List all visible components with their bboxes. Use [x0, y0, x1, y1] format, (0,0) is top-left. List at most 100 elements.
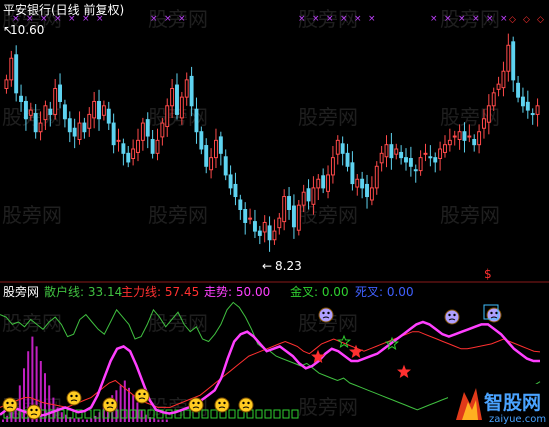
- warning-face-icon: [102, 397, 118, 413]
- candle-up: [326, 174, 330, 192]
- chart-title: 平安银行(日线 前复权): [3, 2, 124, 17]
- candle-down: [33, 113, 38, 133]
- candle-down: [150, 138, 155, 154]
- cross-marker-icon: ×: [444, 14, 452, 24]
- candle-down: [516, 82, 521, 98]
- histogram-bar: [86, 419, 88, 422]
- warning-face-icon-eye: [242, 401, 245, 405]
- candle-up: [131, 148, 136, 160]
- histogram-bar: [90, 418, 93, 422]
- candle-down: [189, 75, 194, 107]
- candle-up: [301, 191, 306, 206]
- top-face-icon-eye: [453, 313, 456, 317]
- warning-face-icon: [214, 397, 230, 413]
- watermark: 股旁网: [148, 203, 208, 227]
- candle-up: [272, 230, 277, 241]
- legend-golden-cross: 金叉: 0.00: [290, 284, 349, 299]
- warning-face-icon-eye: [6, 401, 9, 405]
- cross-marker-icon: ×: [500, 14, 508, 24]
- candle-down: [145, 119, 150, 137]
- watermark: 股旁网: [298, 203, 358, 227]
- legend-main-force-line: 主力线: 57.45: [121, 285, 199, 299]
- candle-up: [423, 152, 428, 155]
- candle-up: [418, 157, 423, 172]
- candle-up: [394, 148, 399, 155]
- candle-up: [355, 178, 360, 188]
- cross-marker-icon: ×: [312, 14, 320, 24]
- candle-up: [165, 105, 170, 128]
- candle-down: [413, 169, 418, 172]
- watermark: 股旁网: [2, 203, 62, 227]
- candle-up: [43, 105, 48, 121]
- histogram-bar: [2, 419, 4, 422]
- candle-down: [530, 113, 535, 116]
- watermark: 股旁网: [298, 395, 358, 419]
- candle-down: [228, 174, 233, 189]
- watermark: 股旁网: [298, 105, 358, 129]
- warning-face-icon-eye: [138, 392, 141, 396]
- warning-face-icon-eye: [218, 401, 221, 405]
- histogram-bar: [153, 418, 156, 422]
- brand-name: 智股网: [484, 391, 541, 414]
- warning-face-icon: [66, 390, 82, 406]
- top-face-icon: [318, 307, 334, 323]
- histogram-bar: [136, 402, 139, 422]
- candle-up: [277, 217, 282, 229]
- candle-down: [252, 221, 257, 232]
- candle-down: [462, 131, 467, 141]
- candle-up: [209, 157, 214, 171]
- stock-chart-canvas: 股旁网 股旁网 股旁网 股旁网 股旁网 股旁网 股旁网 股旁网 股旁网 股旁网 …: [0, 0, 549, 427]
- candle-down: [14, 54, 19, 94]
- warning-face-icon-eye: [75, 394, 78, 398]
- diamond-marker-icon: ◇: [509, 15, 516, 25]
- cross-marker-icon: ×: [472, 14, 480, 24]
- candle-up: [491, 92, 496, 107]
- candle-down: [199, 131, 204, 150]
- candle-down: [389, 144, 394, 159]
- histogram-bar: [140, 409, 143, 422]
- watermark: 股旁网: [2, 105, 62, 129]
- candle-up: [447, 139, 452, 146]
- candle-down: [97, 100, 101, 120]
- candle-up: [384, 144, 389, 158]
- warning-face-icon: [238, 397, 254, 413]
- histogram-bar: [157, 419, 160, 422]
- warning-face-icon-eye: [247, 401, 250, 405]
- warning-face-icon-eye: [30, 408, 33, 412]
- candle-up: [335, 139, 340, 155]
- warning-face-icon: [188, 397, 204, 413]
- diamond-marker-icon: ◇: [523, 15, 530, 25]
- candle-up: [486, 105, 491, 123]
- histogram-bar: [94, 415, 97, 422]
- max-price-arrow-icon: ↖: [3, 23, 13, 37]
- max-price-label: 10.60: [10, 23, 44, 37]
- cross-marker-icon: ×: [164, 14, 172, 24]
- candle-up: [535, 105, 540, 115]
- candle-down: [62, 104, 67, 120]
- candle-down: [267, 225, 272, 241]
- warning-face-icon-eye: [70, 394, 73, 398]
- candle-down: [360, 178, 365, 189]
- candle-up: [506, 44, 511, 72]
- candle-down: [291, 205, 296, 228]
- histogram-bar: [73, 418, 76, 422]
- candle-down: [365, 183, 369, 198]
- cross-marker-icon: ×: [354, 14, 362, 24]
- candle-down: [106, 108, 111, 124]
- cross-marker-icon: ×: [178, 14, 186, 24]
- candle-up: [282, 196, 287, 223]
- cross-marker-icon: ×: [340, 14, 348, 24]
- candle-down: [340, 143, 345, 154]
- warning-face-icon: [2, 397, 18, 413]
- warning-face-icon-eye: [111, 401, 114, 405]
- top-face-icon-eye: [495, 311, 498, 315]
- candle-up: [330, 157, 335, 176]
- warning-face-icon-eye: [143, 392, 146, 396]
- candle-down: [126, 152, 131, 163]
- histogram-bar: [60, 412, 63, 422]
- candle-up: [477, 131, 482, 146]
- warning-face-icon: [26, 404, 42, 420]
- legend-retail-line: 散户线: 33.14: [44, 284, 122, 299]
- candle-up: [92, 100, 97, 119]
- histogram-bar: [81, 419, 84, 422]
